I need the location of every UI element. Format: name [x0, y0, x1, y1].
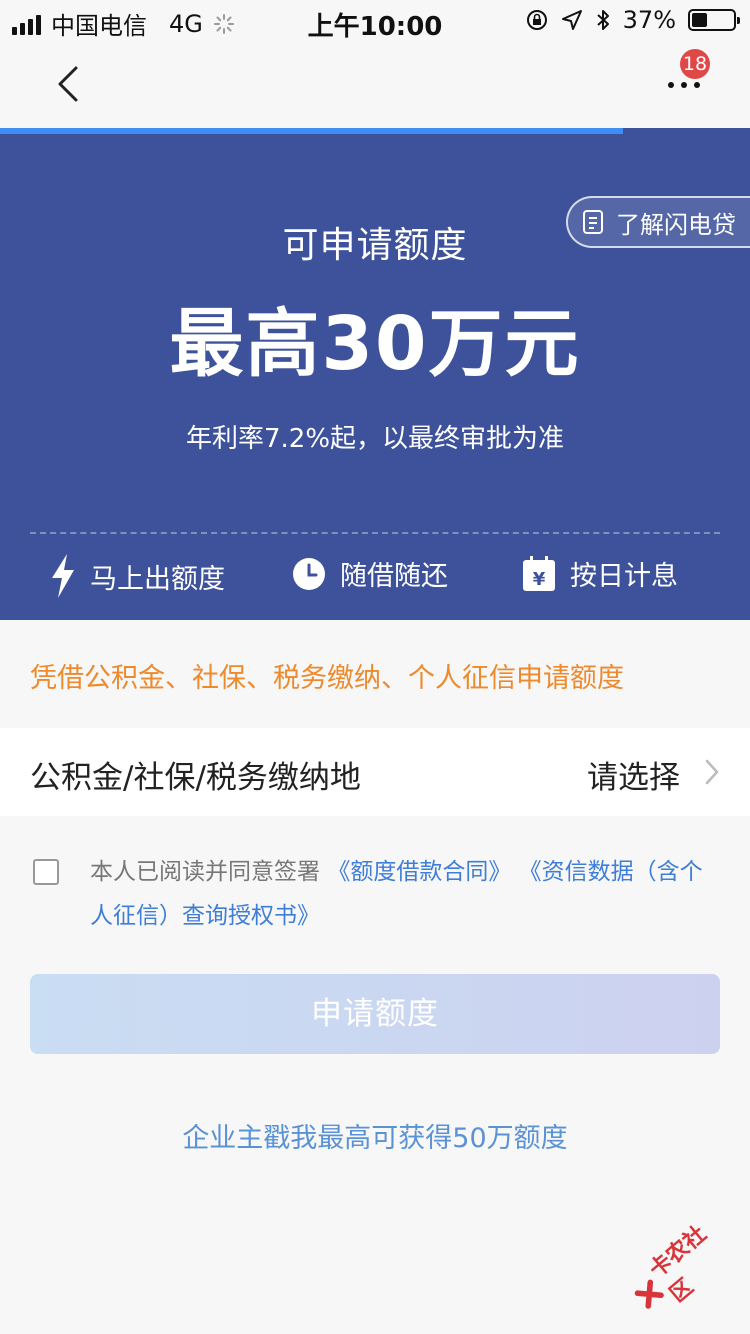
lightning-icon: [52, 554, 74, 598]
calendar-yen-icon: ¥: [523, 555, 555, 591]
feature-item-flexible: 随借随还: [292, 554, 448, 593]
rotation-lock-icon: [526, 10, 547, 30]
loading-spinner-icon: [213, 13, 234, 34]
loan-contract-link[interactable]: 《额度借款合同》: [327, 859, 511, 885]
bluetooth-icon: [596, 10, 609, 30]
credit-amount: 最高30万元: [169, 301, 581, 387]
status-bar: 中国电信 4G 上午10:00 37%: [0, 0, 750, 42]
feature-item-daily-interest: ¥ 按日计息: [522, 554, 678, 593]
clock-icon: [293, 557, 325, 590]
location-arrow-icon: [561, 10, 582, 30]
back-button[interactable]: [44, 60, 92, 108]
document-icon: [583, 210, 603, 234]
network-label: 4G: [169, 9, 203, 38]
status-right: 37%: [525, 6, 740, 34]
region-label: 公积金/社保/税务缴纳地: [30, 760, 361, 796]
signal-icon: [12, 13, 41, 35]
apply-button[interactable]: 申请额度: [30, 974, 720, 1054]
region-select-row[interactable]: 公积金/社保/税务缴纳地 请选择: [0, 728, 750, 816]
status-left: 中国电信 4G: [12, 6, 235, 41]
feature-label: 马上出额度: [90, 563, 225, 595]
learn-more-label: 了解闪电贷: [616, 210, 736, 239]
nav-bar: [0, 40, 750, 128]
agreement-checkbox[interactable]: [33, 859, 59, 885]
feature-list: 马上出额度 随借随还 ¥ 按日计息: [0, 554, 750, 610]
carrier-label: 中国电信: [51, 12, 147, 40]
learn-more-button[interactable]: 了解闪电贷: [566, 196, 750, 248]
svg-text:¥: ¥: [533, 569, 546, 590]
chevron-right-icon: [705, 759, 719, 785]
hero-panel: 可申请额度 最高30万元 年利率7.2%起，以最终审批为准 了解闪电贷 马上出额…: [0, 134, 750, 620]
eligibility-notice: 凭借公积金、社保、税务缴纳、个人征信申请额度: [30, 663, 624, 694]
battery-percent: 37%: [622, 6, 676, 34]
chevron-left-icon: [58, 66, 78, 102]
enterprise-link[interactable]: 企业主戳我最高可获得50万额度: [0, 1116, 750, 1155]
feature-label: 按日计息: [570, 561, 678, 592]
region-value: 请选择: [587, 760, 680, 796]
agreement-text: 本人已阅读并同意签署 《额度借款合同》 《资信数据（含个人征信）查询授权书》: [90, 850, 722, 938]
interest-rate-text: 年利率7.2%起，以最终审批为准: [185, 424, 565, 454]
watermark: 卡农社区: [619, 1207, 744, 1327]
notification-badge: 18: [680, 49, 710, 79]
feature-item-quick: 马上出额度: [50, 554, 225, 598]
agreement-prefix: 本人已阅读并同意签署: [90, 859, 320, 885]
dashed-divider: [30, 532, 720, 534]
battery-icon: [688, 9, 740, 31]
feature-label: 随借随还: [340, 561, 448, 592]
more-icon: [668, 82, 700, 88]
